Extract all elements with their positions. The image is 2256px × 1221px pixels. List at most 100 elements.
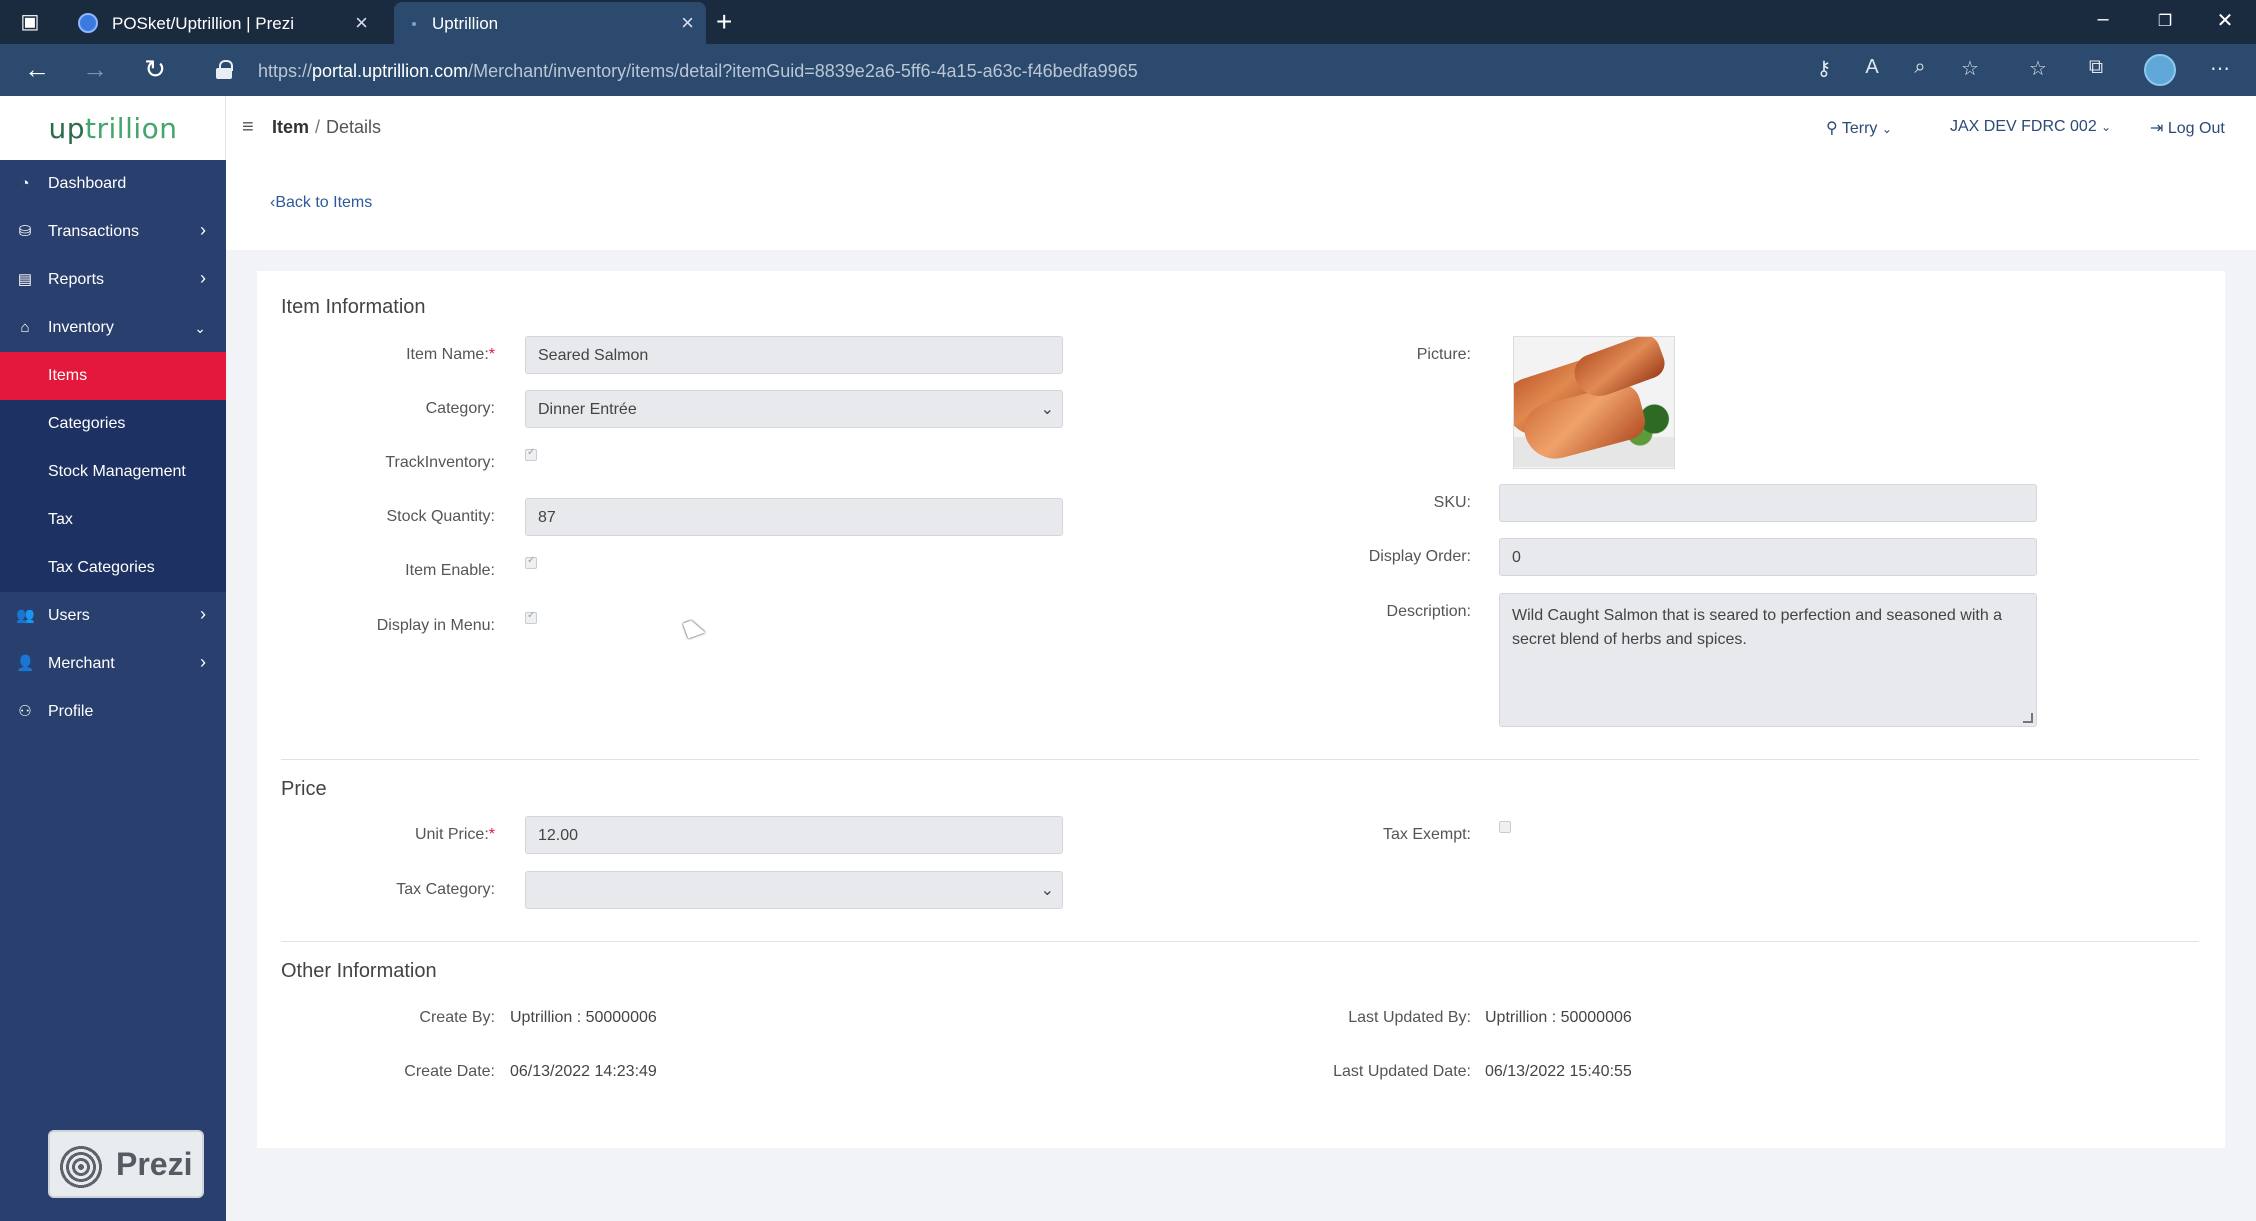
sku-input[interactable] bbox=[1499, 484, 2037, 522]
description-textarea[interactable]: Wild Caught Salmon that is seared to per… bbox=[1499, 593, 2037, 727]
display-order-label: Display Order: bbox=[1368, 548, 1471, 565]
users-icon: 👥 bbox=[16, 607, 35, 624]
logo-area: uptrillion bbox=[0, 96, 226, 160]
close-tab-icon[interactable]: × bbox=[681, 10, 694, 36]
transactions-icon: ⛁ bbox=[18, 223, 32, 240]
create-by-value: Uptrillion : 50000006 bbox=[510, 1009, 657, 1026]
window-close-icon[interactable]: ✕ bbox=[2210, 8, 2240, 33]
chevron-down-icon: ⌄ bbox=[1040, 882, 1054, 899]
merchant-icon: 👤 bbox=[16, 655, 35, 672]
back-bar: ‹Back to Items bbox=[226, 160, 2256, 250]
item-name-input[interactable]: Seared Salmon bbox=[525, 336, 1063, 374]
logout-link[interactable]: ⇥ Log Out bbox=[2150, 118, 2225, 138]
url-field[interactable]: https://portal.uptrillion.com/Merchant/i… bbox=[196, 50, 1856, 90]
prezi-badge[interactable]: Prezi bbox=[48, 1130, 204, 1198]
browser-tab-uptrillion[interactable]: Uptrillion × bbox=[394, 2, 706, 44]
chevron-right-icon: › bbox=[200, 652, 206, 672]
divider bbox=[281, 941, 2199, 942]
item-enable-checkbox[interactable] bbox=[525, 555, 537, 569]
create-date-value: 06/13/2022 14:23:49 bbox=[510, 1063, 657, 1080]
item-information-title: Item Information bbox=[281, 296, 426, 318]
new-tab-icon[interactable]: + bbox=[716, 6, 732, 38]
sidebar-item-profile[interactable]: ⚇ Profile bbox=[0, 688, 226, 736]
breadcrumb-current: Details bbox=[326, 117, 382, 137]
sidebar-item-inventory[interactable]: ⌂ Inventory ⌄ bbox=[0, 304, 226, 352]
back-arrow-icon[interactable]: ← bbox=[20, 54, 54, 85]
price-title: Price bbox=[281, 778, 327, 800]
inventory-icon: ⌂ bbox=[20, 319, 30, 336]
favorites-icon[interactable]: ☆ bbox=[2024, 56, 2052, 81]
sidebar-item-label: Stock Management bbox=[48, 463, 186, 480]
zoom-out-icon[interactable]: ⌕ bbox=[1906, 56, 1934, 79]
sidebar-item-label: Categories bbox=[48, 415, 126, 432]
inventory-submenu: Items Categories Stock Management Tax Ta… bbox=[0, 352, 226, 592]
last-updated-date-label: Last Updated Date: bbox=[1333, 1063, 1471, 1080]
unit-price-input[interactable]: 12.00 bbox=[525, 816, 1063, 854]
breadcrumb-item[interactable]: Item bbox=[272, 117, 309, 137]
breadcrumb: Item / Details bbox=[272, 117, 382, 137]
display-in-menu-label: Display in Menu: bbox=[376, 617, 495, 634]
create-by-label: Create By: bbox=[419, 1009, 495, 1026]
other-information-title: Other Information bbox=[281, 960, 437, 982]
reports-icon: ▤ bbox=[17, 271, 33, 288]
tax-category-label: Tax Category: bbox=[396, 881, 495, 898]
category-label: Category: bbox=[425, 400, 495, 417]
tax-exempt-checkbox[interactable] bbox=[1499, 821, 1511, 833]
chevron-down-icon: ⌄ bbox=[2101, 120, 2112, 134]
minimize-icon[interactable]: – bbox=[2088, 8, 2118, 31]
collections-icon[interactable]: ⧉ bbox=[2082, 56, 2110, 79]
sidebar-item-transactions[interactable]: ⛁ Transactions › bbox=[0, 208, 226, 256]
sidebar-item-reports[interactable]: ▤ Reports › bbox=[0, 256, 226, 304]
divider bbox=[281, 759, 2199, 760]
store-selector[interactable]: JAX DEV FDRC 002 ⌄ bbox=[1950, 118, 2111, 136]
track-inventory-checkbox[interactable] bbox=[525, 447, 537, 461]
more-options-icon[interactable]: ⋯ bbox=[2206, 56, 2234, 81]
stock-quantity-label: Stock Quantity: bbox=[386, 508, 496, 525]
sidebar-item-items[interactable]: Items bbox=[0, 352, 226, 400]
last-updated-by-value: Uptrillion : 50000006 bbox=[1485, 1009, 1632, 1026]
unit-price-label: Unit Price:* bbox=[414, 826, 495, 843]
sidebar-item-label: Tax bbox=[48, 511, 73, 528]
stock-quantity-input[interactable]: 87 bbox=[525, 498, 1063, 536]
add-favorite-icon[interactable]: ☆ bbox=[1956, 56, 1984, 81]
sidebar-item-stock-management[interactable]: Stock Management bbox=[0, 448, 226, 496]
sidebar-item-label: Dashboard bbox=[48, 175, 127, 192]
chevron-down-icon: ⌄ bbox=[194, 320, 206, 336]
sidebar-item-tax[interactable]: Tax bbox=[0, 496, 226, 544]
item-picture[interactable] bbox=[1513, 336, 1675, 469]
display-order-input[interactable]: 0 bbox=[1499, 538, 2037, 576]
reload-icon[interactable]: ↻ bbox=[138, 54, 172, 85]
resize-handle-icon[interactable] bbox=[2023, 713, 2033, 723]
sku-label: SKU: bbox=[1433, 494, 1471, 511]
prezi-logo-icon bbox=[58, 1144, 104, 1190]
display-in-menu-checkbox[interactable] bbox=[525, 610, 537, 624]
user-menu[interactable]: ⚲ Terry ⌄ bbox=[1826, 118, 1892, 138]
forward-arrow-icon[interactable]: → bbox=[78, 54, 112, 85]
sidebar-item-label: Reports bbox=[48, 271, 105, 288]
sidebar-item-tax-categories[interactable]: Tax Categories bbox=[0, 544, 226, 592]
top-header: ≡ Item / Details ⚲ Terry ⌄ JAX DEV FDRC 00… bbox=[226, 96, 2256, 160]
restore-icon[interactable]: ❐ bbox=[2150, 11, 2180, 31]
back-to-items-link[interactable]: ‹Back to Items bbox=[270, 194, 372, 212]
chevron-down-icon: ⌄ bbox=[1881, 122, 1892, 136]
category-select[interactable]: Dinner Entrée ⌄ bbox=[525, 390, 1063, 428]
read-aloud-icon[interactable]: A bbox=[1858, 56, 1886, 79]
hamburger-menu-icon[interactable]: ≡ bbox=[242, 116, 254, 139]
browser-tab-prezi[interactable]: POSket/Uptrillion | Prezi × bbox=[66, 2, 380, 44]
sidebar-item-categories[interactable]: Categories bbox=[0, 400, 226, 448]
prezi-label: Prezi bbox=[116, 1146, 193, 1182]
key-icon[interactable]: ⚷ bbox=[1810, 56, 1838, 81]
tab-actions-icon[interactable]: ▣ bbox=[18, 10, 42, 34]
user-icon: ⚲ bbox=[1826, 120, 1838, 137]
tax-category-select[interactable]: ⌄ bbox=[525, 871, 1063, 909]
uptrillion-logo[interactable]: uptrillion bbox=[0, 112, 226, 145]
sidebar-item-merchant[interactable]: 👤 Merchant › bbox=[0, 640, 226, 688]
loading-favicon-icon bbox=[412, 22, 416, 26]
chevron-right-icon: › bbox=[200, 220, 206, 240]
close-tab-icon[interactable]: × bbox=[355, 10, 368, 36]
browser-profile-avatar[interactable] bbox=[2144, 54, 2176, 86]
sidebar-item-users[interactable]: 👥 Users › bbox=[0, 592, 226, 640]
sidebar-item-dashboard[interactable]: ◔ Dashboard bbox=[0, 160, 226, 208]
sidebar-menu: ◔ Dashboard ⛁ Transactions › ▤ Reports ›… bbox=[0, 160, 226, 736]
lock-icon[interactable] bbox=[216, 60, 233, 79]
